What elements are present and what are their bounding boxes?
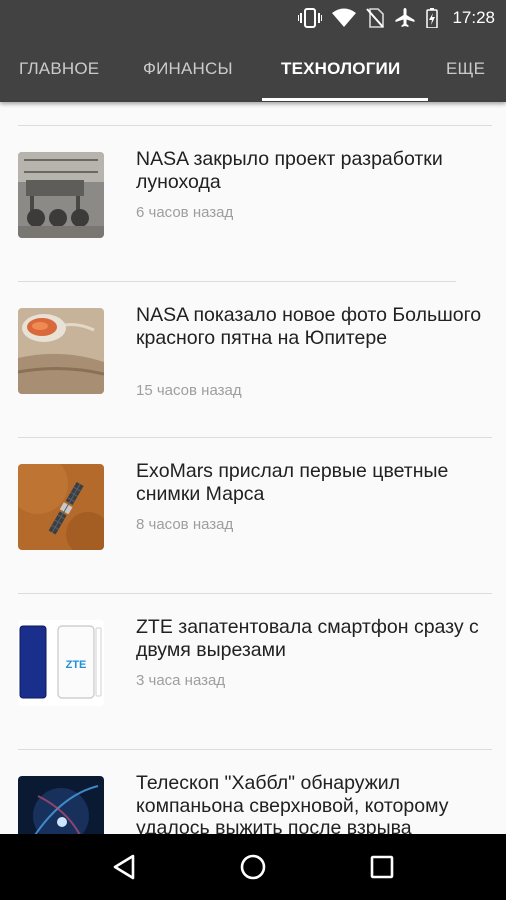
tab-more[interactable]: ЕЩЕ (446, 36, 485, 102)
recents-icon (370, 855, 393, 879)
article-thumbnail: ZTE (18, 620, 104, 706)
article-title[interactable]: NASA показало новое фото Большого красно… (136, 304, 496, 349)
airplane-icon (394, 8, 416, 28)
article-thumbnail (18, 464, 104, 550)
news-item[interactable]: ExoMars прислал первые цветные снимки Ма… (0, 446, 506, 594)
home-button[interactable] (223, 837, 283, 897)
thumb-brand-text: ZTE (66, 659, 87, 671)
divider (18, 749, 492, 750)
article-time: 3 часа назад (136, 672, 226, 689)
divider (18, 437, 492, 438)
home-icon (240, 854, 266, 880)
tab-technology[interactable]: ТЕХНОЛОГИИ (281, 36, 400, 102)
article-time: 6 часов назад (136, 204, 234, 221)
divider (18, 593, 492, 594)
news-item[interactable]: NASA показало новое фото Большого красно… (0, 290, 506, 438)
battery-icon (426, 8, 439, 28)
article-time: 15 часов назад (136, 382, 242, 399)
wifi-icon (332, 8, 357, 28)
tab-main[interactable]: ГЛАВНОЕ (19, 36, 99, 102)
app-bar: 17:28 ГЛАВНОЕ ФИНАНСЫ ТЕХНОЛОГИИ ЕЩЕ (0, 0, 506, 102)
back-icon (114, 854, 135, 880)
recents-button[interactable] (352, 837, 412, 897)
article-time: 8 часов назад (136, 516, 234, 533)
article-title[interactable]: Телескоп "Хаббл" обнаружил компаньона св… (136, 772, 496, 834)
system-navigation-bar (0, 834, 506, 900)
article-title[interactable]: NASA закрыло проект разработки лунохода (136, 148, 496, 193)
status-time: 17:28 (452, 8, 495, 27)
no-sim-icon (366, 8, 385, 28)
status-bar: 17:28 (0, 0, 506, 36)
article-title[interactable]: ExoMars прислал первые цветные снимки Ма… (136, 460, 496, 505)
article-thumbnail (18, 152, 104, 238)
news-feed[interactable]: NASA закрыло проект разработки лунохода … (0, 102, 506, 834)
tab-finance[interactable]: ФИНАНСЫ (143, 36, 233, 102)
article-thumbnail (18, 308, 104, 394)
divider (18, 281, 456, 282)
article-thumbnail (18, 776, 104, 834)
divider (18, 125, 492, 126)
vibrate-icon (298, 8, 323, 28)
news-item[interactable]: ZTE ZTE запатентовала смартфон сразу с д… (0, 602, 506, 750)
active-tab-indicator (262, 98, 428, 101)
news-item[interactable]: Телескоп "Хаббл" обнаружил компаньона св… (0, 758, 506, 834)
news-item[interactable]: NASA закрыло проект разработки лунохода … (0, 134, 506, 282)
back-button[interactable] (94, 837, 154, 897)
article-title[interactable]: ZTE запатентовала смартфон сразу с двумя… (136, 616, 496, 661)
category-tabs: ГЛАВНОЕ ФИНАНСЫ ТЕХНОЛОГИИ ЕЩЕ (0, 36, 506, 102)
